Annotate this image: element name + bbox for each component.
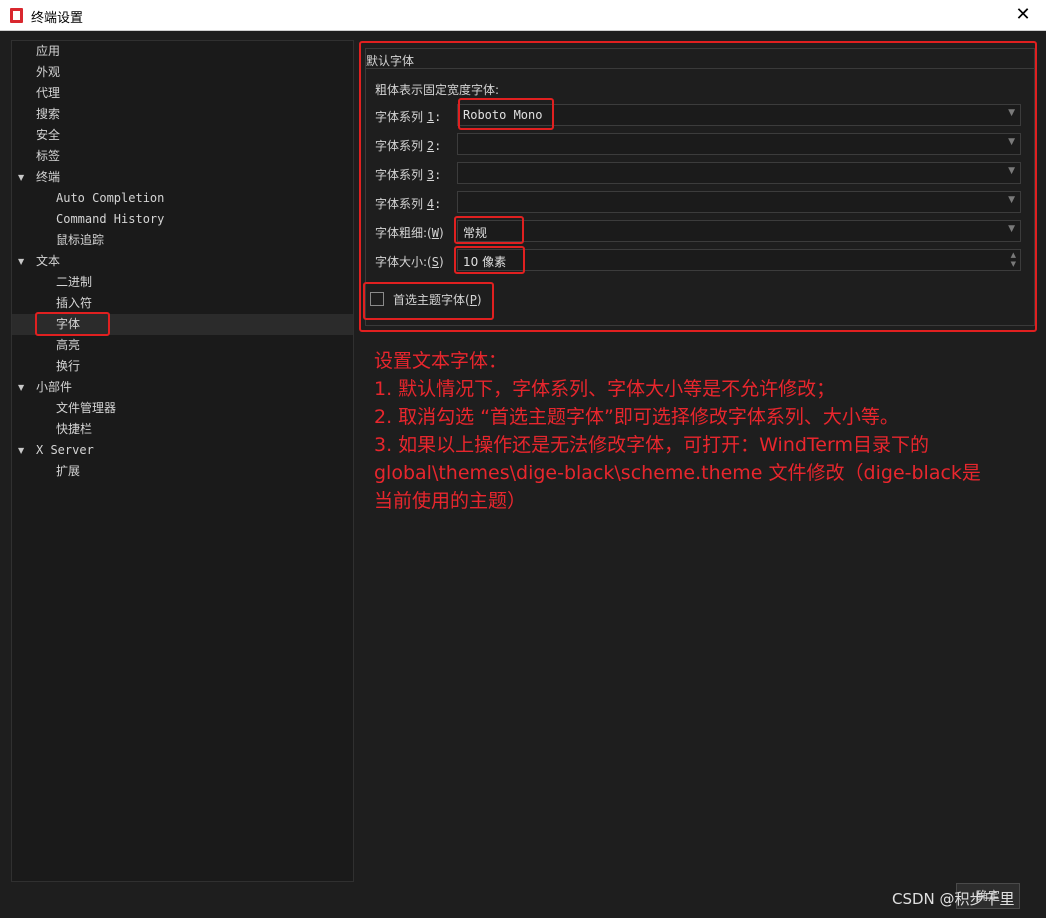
annotation-line-1: 设置文本字体： [374, 350, 508, 372]
tree-item-label: Command History [56, 212, 165, 226]
tree-item-label: 二进制 [56, 275, 93, 289]
tree-item[interactable]: Auto Completion [12, 188, 353, 209]
expand-arrow-icon[interactable]: ▼ [18, 377, 28, 398]
tree-item-label: 搜索 [36, 107, 61, 121]
tree-item[interactable]: 应用 [12, 41, 353, 62]
tree-item[interactable]: 外观 [12, 62, 353, 83]
tree-item-label: 扩展 [56, 464, 81, 478]
expand-arrow-icon[interactable]: ▼ [18, 440, 28, 461]
tree-item-label: 小部件 [36, 380, 73, 394]
tree-item-label: 换行 [56, 359, 81, 373]
tree-item[interactable]: 安全 [12, 125, 353, 146]
tree-item-label: 高亮 [56, 338, 81, 352]
tree-item[interactable]: ▼ 小部件 [12, 377, 353, 398]
tree-item-label: 终端 [36, 170, 61, 184]
csdn-watermark: CSDN @积步千里 [892, 890, 1015, 908]
tree-item-label: 应用 [36, 44, 61, 58]
annotation-line-5: global\themes\dige-black\scheme.theme 文件… [374, 462, 981, 484]
expand-arrow-icon[interactable]: ▼ [18, 167, 28, 188]
tree-item[interactable]: ▼ 文本 [12, 251, 353, 272]
tree-item-label: 安全 [36, 128, 61, 142]
tree-item-label: 外观 [36, 65, 61, 79]
expand-arrow-icon[interactable]: ▼ [18, 251, 28, 272]
settings-tree[interactable]: 应用外观代理搜索安全标签 ▼ 终端 Auto Completion Command Hi… [11, 40, 354, 882]
tree-item[interactable]: 鼠标追踪 [12, 230, 353, 251]
tree-item[interactable]: Command History [12, 209, 353, 230]
tree-item-label: 鼠标追踪 [56, 233, 105, 247]
highlight-font-tree-item [35, 312, 110, 336]
tree-item[interactable]: 高亮 [12, 335, 353, 356]
tree-item[interactable]: 插入符 [12, 293, 353, 314]
tree-item[interactable]: 二进制 [12, 272, 353, 293]
annotation-line-6: 当前使用的主题） [374, 490, 527, 512]
close-button[interactable]: ✕ [1000, 0, 1046, 30]
windterm-app-icon [10, 8, 23, 23]
tree-item-label: X Server [36, 443, 94, 457]
tree-item-label: 插入符 [56, 296, 93, 310]
highlight-weight [454, 216, 524, 244]
tree-item-label: 代理 [36, 86, 61, 100]
annotation-line-2: 1. 默认情况下，字体系列、字体大小等是不允许修改； [374, 378, 836, 400]
tree-item-label: Auto Completion [56, 191, 165, 205]
tree-item[interactable]: 快捷栏 [12, 419, 353, 440]
tree-item[interactable]: 搜索 [12, 104, 353, 125]
tree-item-label: 文件管理器 [56, 401, 117, 415]
tree-item-label: 标签 [36, 149, 61, 163]
highlight-prefer-theme [363, 282, 494, 320]
tree-item[interactable]: 标签 [12, 146, 353, 167]
title-bar: 终端设置 ✕ [0, 0, 1046, 31]
highlight-size [454, 246, 525, 274]
tree-item-label: 文本 [36, 254, 61, 268]
tree-item[interactable]: 扩展 [12, 461, 353, 482]
window-title: 终端设置 [31, 11, 84, 26]
tree-item[interactable]: 文件管理器 [12, 398, 353, 419]
tree-item[interactable]: 换行 [12, 356, 353, 377]
tree-item[interactable]: 代理 [12, 83, 353, 104]
annotation-line-4: 3. 如果以上操作还是无法修改字体，可打开：WindTerm目录下的 [374, 434, 929, 456]
tree-item[interactable]: ▼ 终端 [12, 167, 353, 188]
tree-item[interactable]: ▼ X Server [12, 440, 353, 461]
highlight-family-1 [458, 98, 554, 130]
annotation-line-3: 2. 取消勾选 “首选主题字体”即可选择修改字体系列、大小等。 [374, 406, 899, 428]
tree-item-label: 快捷栏 [56, 422, 93, 436]
